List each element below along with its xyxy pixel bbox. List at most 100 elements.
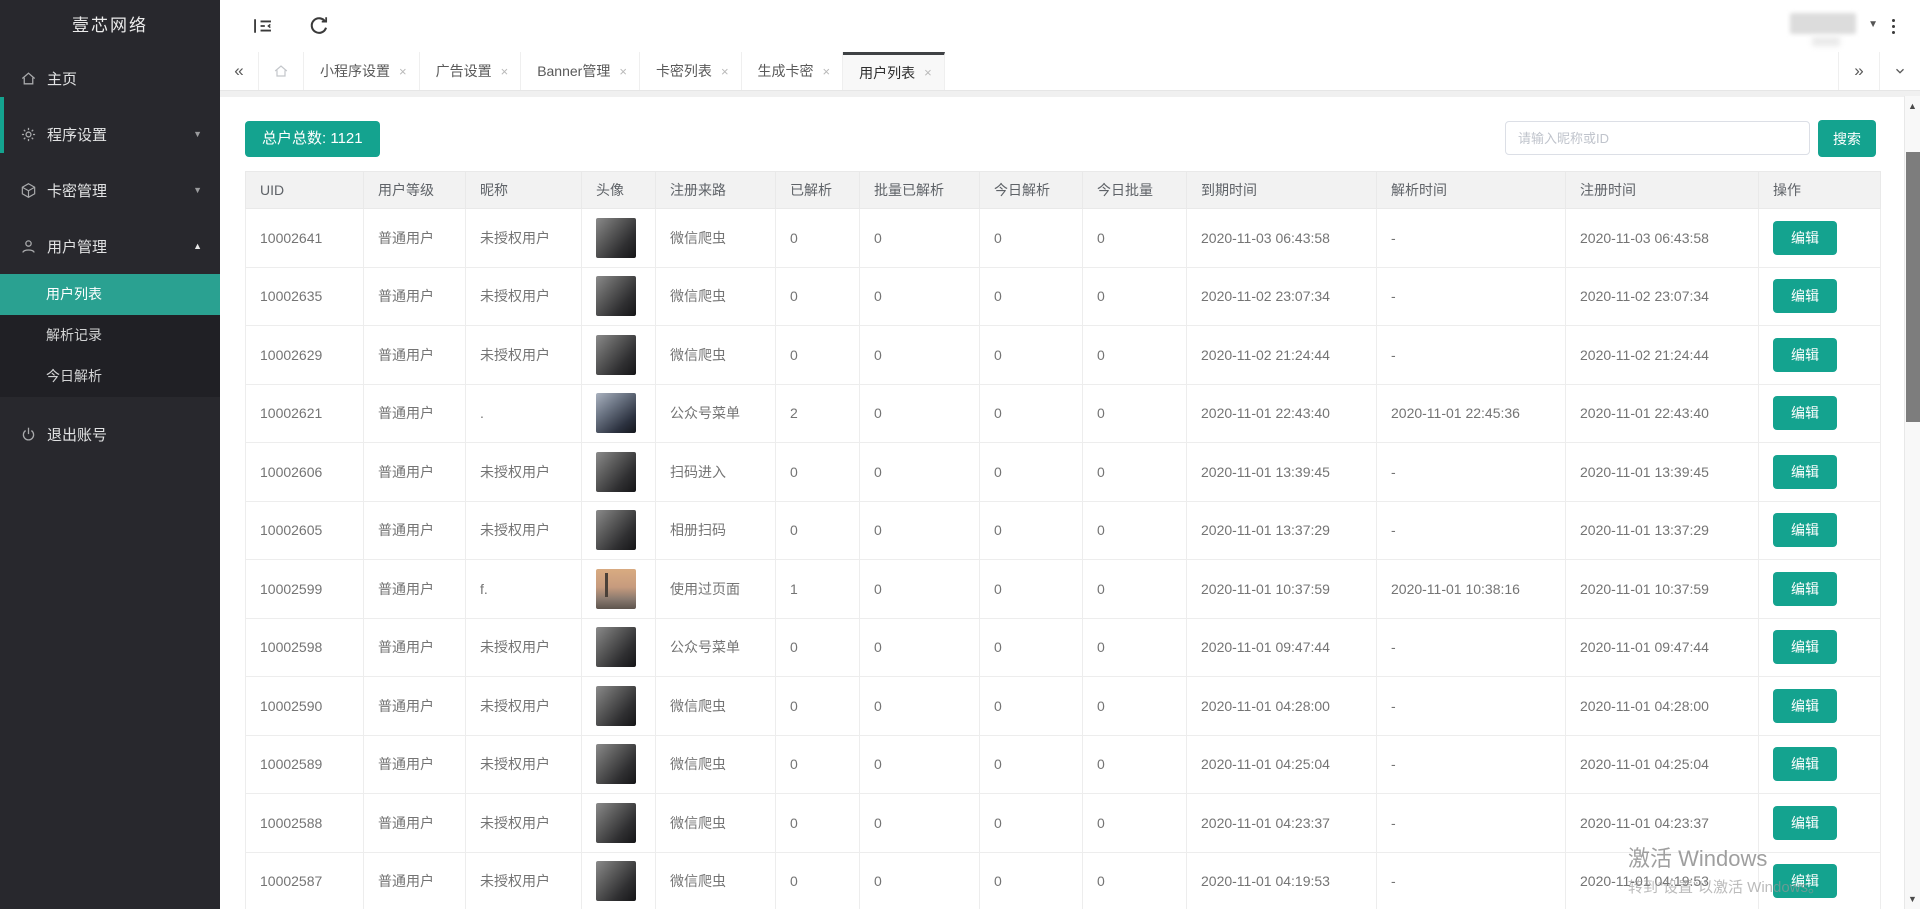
tab-bar: « 小程序设置 × 广告设置 × Banner管理 × 卡密列表 × 生成卡密 × 用户列表 × » xyxy=(220,52,1920,91)
cell: 2020-11-03 06:43:58 xyxy=(1186,208,1377,268)
edit-button[interactable]: 编辑 xyxy=(1773,220,1837,255)
avatar-cell xyxy=(581,442,656,502)
sidebar-item-1[interactable]: 程序设置 ▼ xyxy=(0,106,220,162)
column-header: 批量已解析 xyxy=(859,171,980,209)
tab-1[interactable]: 广告设置 × xyxy=(420,52,522,90)
edit-button[interactable]: 编辑 xyxy=(1773,688,1837,723)
edit-button[interactable]: 编辑 xyxy=(1773,571,1837,606)
cell: 未授权用户 xyxy=(465,851,582,909)
search-input[interactable] xyxy=(1505,121,1810,155)
column-header: UID xyxy=(245,171,364,209)
tab-close-icon[interactable]: × xyxy=(501,64,509,79)
cell: 普通用户 xyxy=(363,325,466,385)
actions-cell: 编辑 xyxy=(1758,208,1881,268)
cell: 0 xyxy=(1082,676,1187,736)
sidebar-subitem-2[interactable]: 今日解析 xyxy=(0,356,220,397)
cell: 使用过页面 xyxy=(655,559,776,619)
sidebar-submenu: 用户列表 解析记录 今日解析 xyxy=(0,274,220,397)
cell: 0 xyxy=(859,442,980,502)
cell: 0 xyxy=(775,442,860,502)
table-row: 10002635 普通用户 未授权用户 微信爬虫 0 0 0 0 2020-11-02 23:0… xyxy=(245,266,1881,326)
edit-button[interactable]: 编辑 xyxy=(1773,279,1837,314)
actions-cell: 编辑 xyxy=(1758,266,1881,326)
actions-cell: 编辑 xyxy=(1758,734,1881,794)
cell: 2020-11-01 04:28:00 xyxy=(1565,676,1759,736)
edit-button[interactable]: 编辑 xyxy=(1773,337,1837,372)
tab-close-icon[interactable]: × xyxy=(399,64,407,79)
cell: 微信爬虫 xyxy=(655,325,776,385)
cell: 2020-11-01 13:37:29 xyxy=(1565,500,1759,560)
refresh-icon[interactable] xyxy=(308,15,330,37)
cell: 2020-11-02 21:24:44 xyxy=(1565,325,1759,385)
cell: 2020-11-01 04:25:04 xyxy=(1565,734,1759,794)
edit-button[interactable]: 编辑 xyxy=(1773,747,1837,782)
collapse-sidebar-icon[interactable] xyxy=(252,15,274,37)
cell: 0 xyxy=(979,617,1083,677)
tabbar-right-controls: » xyxy=(1838,52,1920,90)
search-button[interactable]: 搜索 xyxy=(1818,120,1876,157)
scrollbar-up-arrow-icon[interactable]: ▲ xyxy=(1905,101,1920,111)
tabs-dropdown-icon[interactable] xyxy=(1879,52,1920,90)
more-dots-icon[interactable] xyxy=(1886,15,1900,37)
edit-button[interactable]: 编辑 xyxy=(1773,454,1837,489)
tab-home[interactable] xyxy=(259,52,304,90)
scrollbar-thumb[interactable] xyxy=(1906,152,1920,422)
avatar xyxy=(596,861,636,902)
tab-3[interactable]: 卡密列表 × xyxy=(640,52,742,90)
cell: 0 xyxy=(1082,383,1187,443)
cell: 0 xyxy=(1082,208,1187,268)
cell: 0 xyxy=(979,383,1083,443)
tab-close-icon[interactable]: × xyxy=(823,64,831,79)
total-users-badge: 总户总数: 1121 xyxy=(245,121,380,157)
column-header: 操作 xyxy=(1758,171,1881,209)
sidebar-subitem-1[interactable]: 解析记录 xyxy=(0,315,220,356)
user-table: UID 用户等级 昵称 头像 注册来路 已解析 批量已解析 今日解析 今日批量 到期时间 解析时间注… xyxy=(245,171,1881,909)
page-scrollbar[interactable]: ▲ ▼ xyxy=(1904,96,1920,909)
column-header: 注册来路 xyxy=(655,171,776,209)
table-row: 10002606 普通用户 未授权用户 扫码进入 0 0 0 0 2020-11-01 13:3… xyxy=(245,442,1881,502)
table-row: 10002587 普通用户 未授权用户 微信爬虫 0 0 0 0 2020-11-01 04:1… xyxy=(245,851,1881,909)
logout-label: 退出账号 xyxy=(47,426,108,444)
edit-button[interactable]: 编辑 xyxy=(1773,864,1837,899)
tab-2[interactable]: Banner管理 × xyxy=(521,52,640,90)
cell: - xyxy=(1376,325,1566,385)
power-icon xyxy=(20,426,37,443)
user-dropdown-caret-icon[interactable]: ▼ xyxy=(1868,19,1878,30)
avatar xyxy=(596,451,636,492)
cell: 0 xyxy=(859,559,980,619)
edit-button[interactable]: 编辑 xyxy=(1773,630,1837,665)
edit-button[interactable]: 编辑 xyxy=(1773,513,1837,548)
avatar-cell xyxy=(581,266,656,326)
gear-icon xyxy=(20,126,37,143)
tab-4[interactable]: 生成卡密 × xyxy=(742,52,844,90)
tab-close-icon[interactable]: × xyxy=(924,65,932,80)
tab-5[interactable]: 用户列表 × xyxy=(843,52,945,90)
tabs-scroll-left-icon[interactable]: « xyxy=(220,52,259,90)
cell: 0 xyxy=(1082,442,1187,502)
cell: 2020-11-01 13:39:45 xyxy=(1186,442,1377,502)
cell: 2020-11-01 13:39:45 xyxy=(1565,442,1759,502)
sidebar-item-2[interactable]: 卡密管理 ▼ xyxy=(0,162,220,218)
cell: 2020-11-01 04:23:37 xyxy=(1565,793,1759,853)
scrollbar-down-arrow-icon[interactable]: ▼ xyxy=(1905,894,1920,904)
cell: 未授权用户 xyxy=(465,617,582,677)
sidebar-item-0[interactable]: 主页 xyxy=(0,50,220,106)
sidebar-subitem-0[interactable]: 用户列表 xyxy=(0,274,220,315)
cell: 2020-11-01 22:43:40 xyxy=(1565,383,1759,443)
tab-close-icon[interactable]: × xyxy=(721,64,729,79)
sidebar-item-3[interactable]: 用户管理 ▲ xyxy=(0,218,220,274)
tab-0[interactable]: 小程序设置 × xyxy=(304,52,420,90)
user-account-pill[interactable] xyxy=(1790,13,1856,34)
cell: 2020-11-01 04:23:37 xyxy=(1186,793,1377,853)
edit-button[interactable]: 编辑 xyxy=(1773,396,1837,431)
cell: 10002635 xyxy=(245,266,364,326)
column-header: 今日批量 xyxy=(1082,171,1187,209)
main-content: 总户总数: 1121 搜索 UID用户等级昵称头像注册来路已解析批量已解析今日解… xyxy=(220,97,1904,909)
avatar-cell xyxy=(581,500,656,560)
avatar xyxy=(596,685,636,726)
tab-close-icon[interactable]: × xyxy=(619,64,627,79)
sidebar-item-logout[interactable]: 退出账号 xyxy=(0,412,220,456)
tabs-scroll-right-icon[interactable]: » xyxy=(1838,52,1879,90)
edit-button[interactable]: 编辑 xyxy=(1773,805,1837,840)
cell: 0 xyxy=(775,793,860,853)
